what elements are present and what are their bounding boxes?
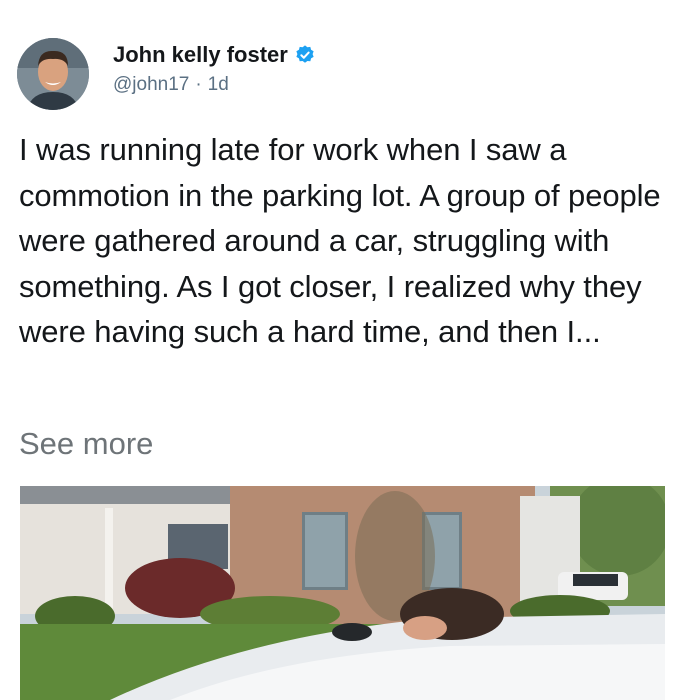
author-handle[interactable]: @john17 — [113, 74, 189, 96]
author-block: John kelly foster @john17 · 1d — [113, 42, 316, 96]
timestamp[interactable]: 1d — [208, 74, 229, 96]
author-name[interactable]: John kelly foster — [113, 42, 288, 68]
tweet-header: John kelly foster @john17 · 1d — [17, 38, 677, 110]
tweet-image[interactable] — [20, 486, 665, 700]
avatar[interactable] — [17, 38, 89, 110]
meta-separator: · — [195, 74, 202, 95]
tweet-text: I was running late for work when I saw a… — [19, 132, 661, 350]
see-more-link[interactable]: See more — [19, 426, 153, 462]
verified-badge-icon — [294, 44, 316, 66]
